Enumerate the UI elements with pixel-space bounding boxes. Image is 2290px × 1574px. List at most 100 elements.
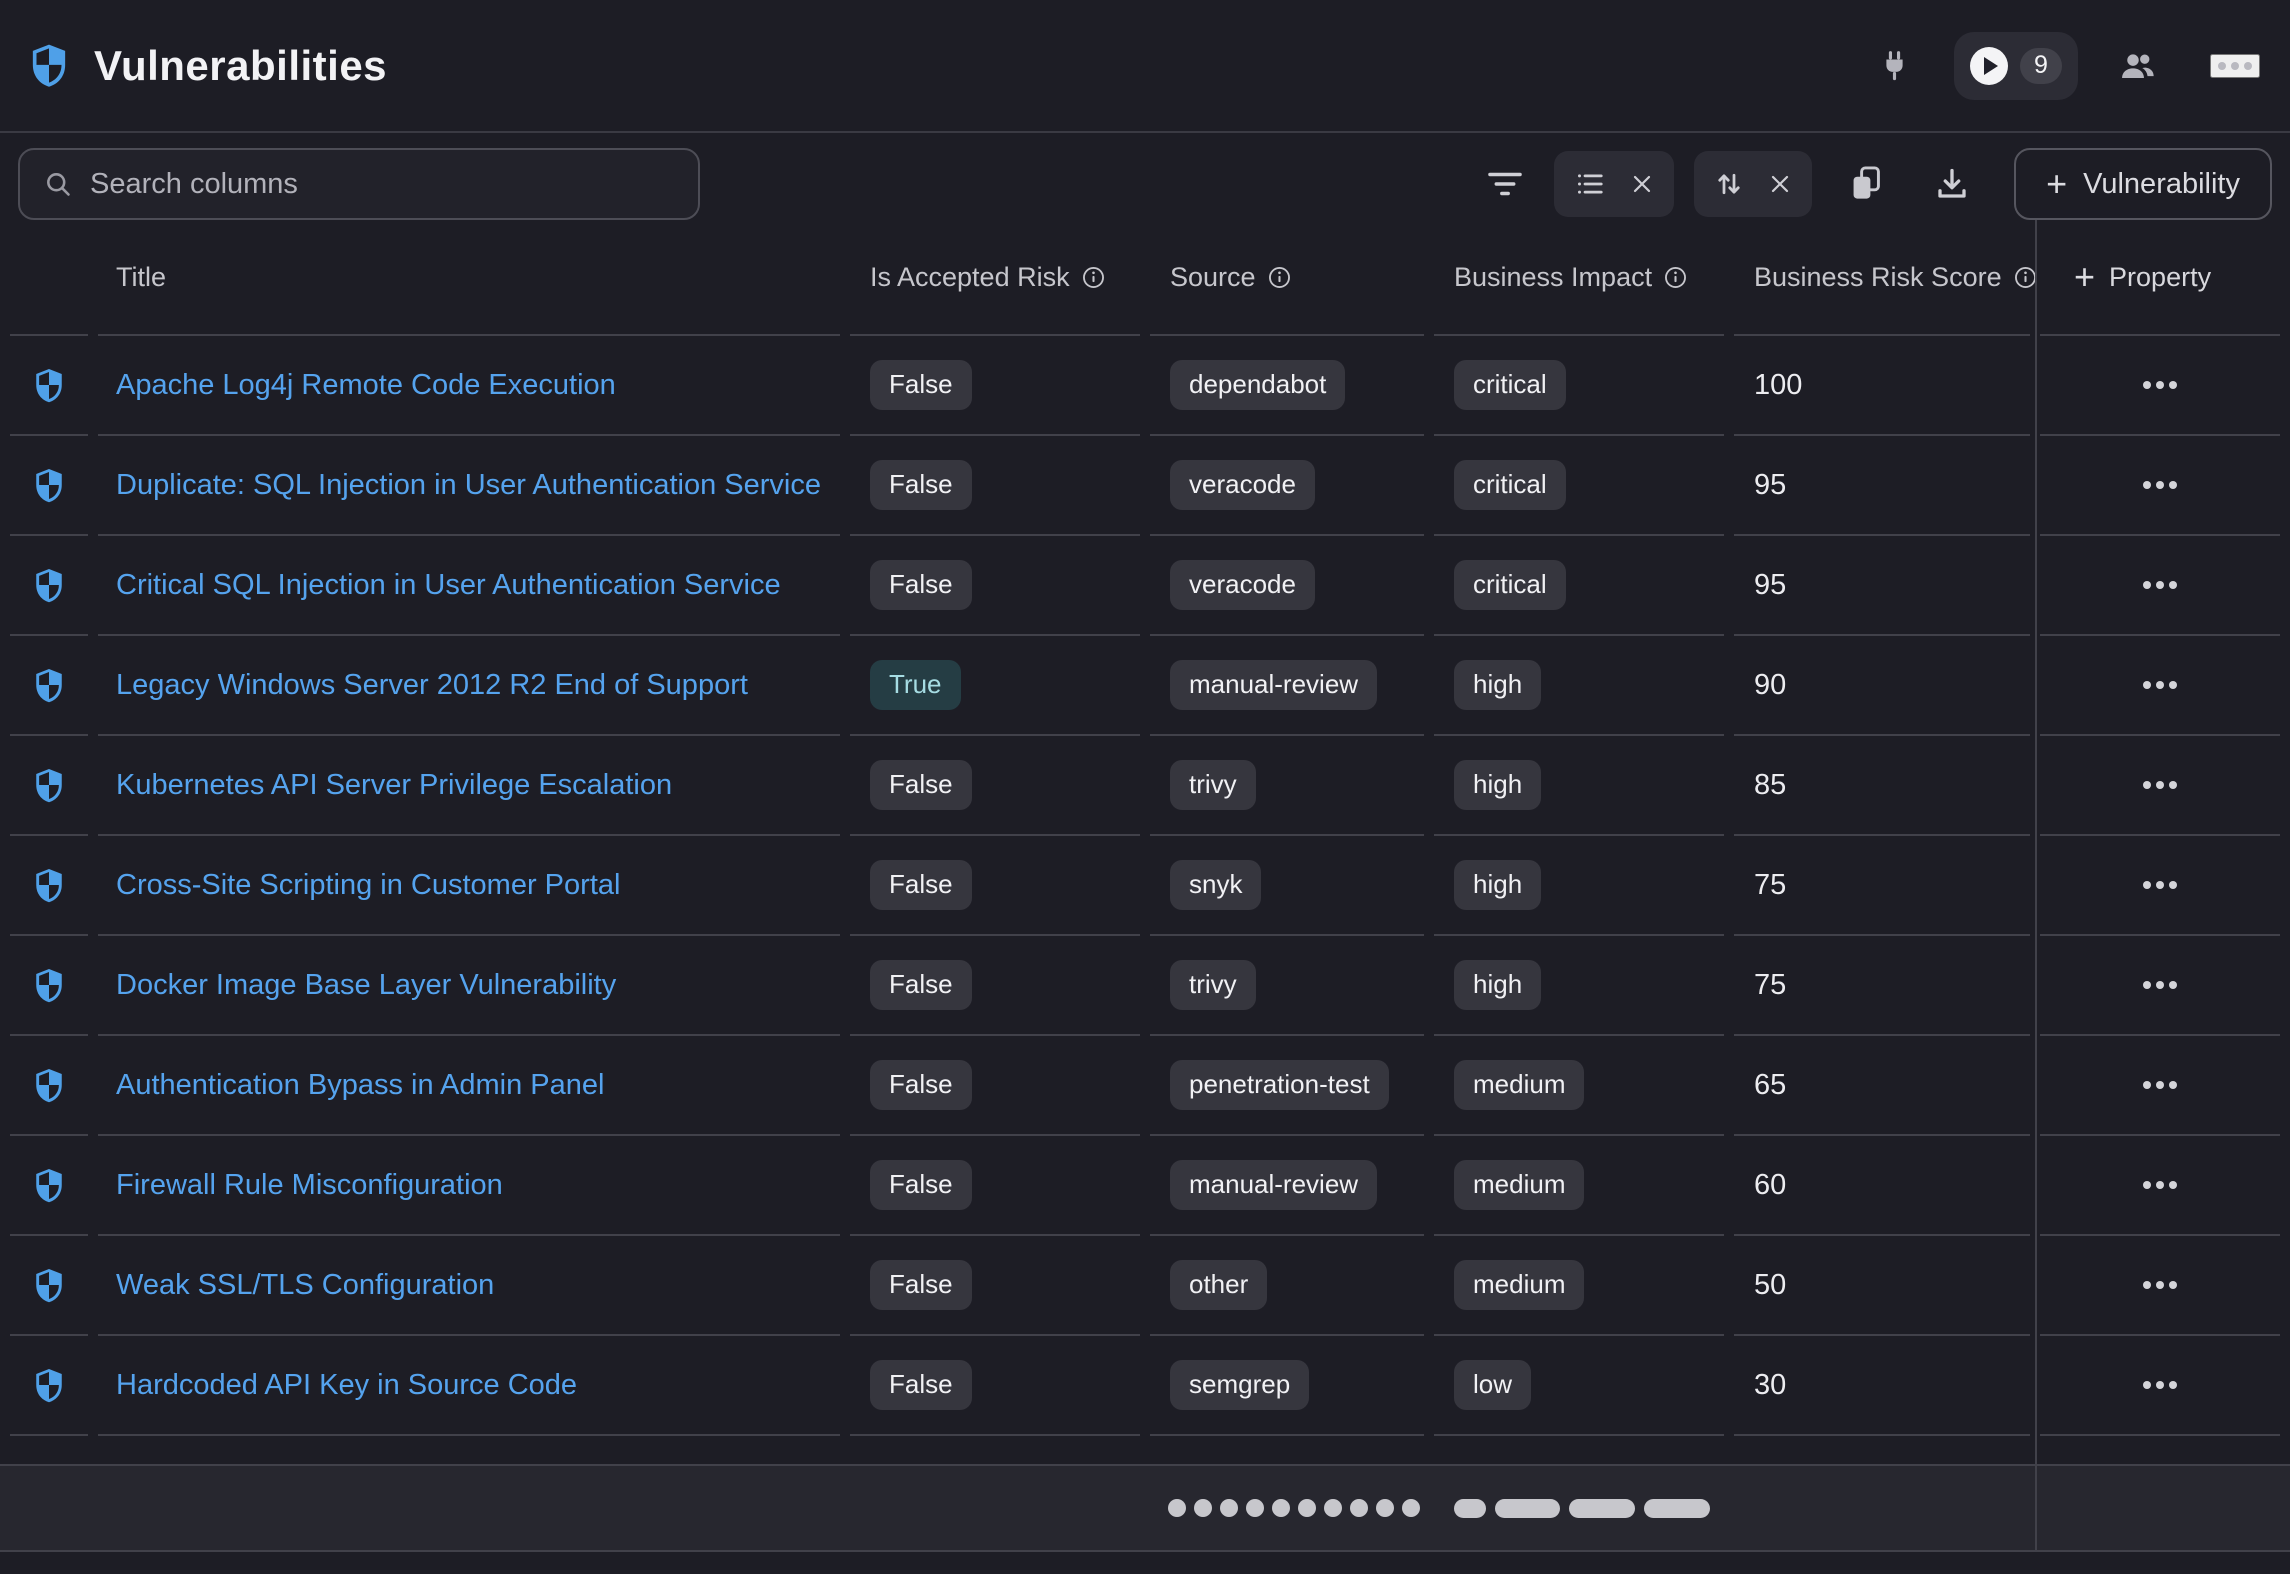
risk-score: 100 [1754,369,1802,401]
pagination-dot[interactable] [1298,1499,1316,1517]
add-vulnerability-button[interactable]: + Vulnerability [2014,148,2272,220]
download-button[interactable] [1926,158,1978,210]
accepted-badge: False [870,460,972,510]
vulnerability-shield-icon [34,467,64,504]
row-title-link[interactable]: Weak SSL/TLS Configuration [116,1269,494,1301]
accepted-badge: False [870,560,972,610]
source-badge: dependabot [1170,360,1345,410]
sort-chip[interactable] [1694,151,1812,217]
pagination-dot[interactable] [1350,1499,1368,1517]
accepted-badge: False [870,960,972,1010]
row-menu-icon[interactable] [2133,471,2187,499]
column-header-source[interactable]: Source [1150,220,1424,336]
vulnerability-shield-icon [34,1167,64,1204]
accepted-badge: True [870,660,961,710]
impact-badge: high [1454,760,1541,810]
pagination-dot[interactable] [1246,1499,1264,1517]
row-menu-icon[interactable] [2133,1271,2187,1299]
row-menu-icon[interactable] [2133,771,2187,799]
group-by-chip[interactable] [1554,151,1674,217]
run-count-badge: 9 [2020,48,2062,84]
copy-button[interactable] [1840,157,1892,211]
row-title-link[interactable]: Docker Image Base Layer Vulnerability [116,969,616,1001]
row-shield-cell [10,336,88,436]
vulnerability-shield-icon [34,667,64,704]
plug-icon[interactable] [1881,49,1908,83]
pagination-dot[interactable] [1194,1499,1212,1517]
row-title-link[interactable]: Hardcoded API Key in Source Code [116,1369,577,1401]
source-badge: other [1170,1260,1267,1310]
pagination-pill[interactable] [1454,1499,1486,1518]
pagination-dot[interactable] [1272,1499,1290,1517]
row-menu-icon[interactable] [2133,871,2187,899]
row-title-link[interactable]: Critical SQL Injection in User Authentic… [116,569,781,601]
table-row: Firewall Rule Misconfiguration False man… [10,1136,2280,1236]
impact-badge: high [1454,860,1541,910]
accepted-badge: False [870,1060,972,1110]
row-menu-icon[interactable] [2133,1171,2187,1199]
row-menu-icon[interactable] [2133,1371,2187,1399]
row-title-link[interactable]: Duplicate: SQL Injection in User Authent… [116,469,821,501]
column-header-is-accepted-risk[interactable]: Is Accepted Risk [850,220,1140,336]
pagination-dot[interactable] [1376,1499,1394,1517]
row-title-link[interactable]: Kubernetes API Server Privilege Escalati… [116,769,672,801]
row-menu-icon[interactable] [2133,571,2187,599]
row-title-link[interactable]: Apache Log4j Remote Code Execution [116,369,616,401]
pagination-dot[interactable] [1324,1499,1342,1517]
table-row: Weak SSL/TLS Configuration False other m… [10,1236,2280,1336]
copy-icon [1848,165,1884,203]
search-input[interactable] [90,168,674,201]
download-icon [1934,166,1970,202]
clear-grouping-icon[interactable] [1630,172,1654,196]
risk-score: 95 [1754,469,1786,501]
row-title-link[interactable]: Cross-Site Scripting in Customer Portal [116,869,620,901]
table-row: Kubernetes API Server Privilege Escalati… [10,736,2280,836]
accepted-badge: False [870,760,972,810]
row-menu-icon[interactable] [2133,1071,2187,1099]
more-options-icon[interactable] [2210,54,2260,78]
info-icon[interactable] [1664,266,1687,289]
table-row: Apache Log4j Remote Code Execution False… [10,336,2280,436]
row-title-link[interactable]: Legacy Windows Server 2012 R2 End of Sup… [116,669,748,701]
table-footer [0,1464,2290,1552]
pagination-dot[interactable] [1220,1499,1238,1517]
impact-badge: critical [1454,360,1566,410]
users-icon[interactable] [2118,50,2156,82]
source-badge: trivy [1170,760,1256,810]
clear-sort-icon[interactable] [1768,172,1792,196]
row-title-link[interactable]: Firewall Rule Misconfiguration [116,1169,503,1201]
list-icon [1574,169,1606,199]
impact-badge: medium [1454,1260,1584,1310]
column-header-business-impact[interactable]: Business Impact [1434,220,1724,336]
empty-row-strip [0,1436,2290,1464]
column-header-title[interactable]: Title [98,220,840,336]
info-icon[interactable] [2014,266,2037,289]
search-box[interactable] [18,148,700,220]
info-icon[interactable] [1082,266,1105,289]
pagination-pills[interactable] [1454,1499,1719,1518]
row-shield-cell [10,636,88,736]
filter-button[interactable] [1478,160,1532,208]
row-menu-icon[interactable] [2133,671,2187,699]
risk-score: 75 [1754,969,1786,1001]
runs-button[interactable]: 9 [1954,32,2078,100]
pagination-dots[interactable] [1168,1499,1428,1517]
pagination-pill[interactable] [1644,1499,1710,1518]
row-shield-cell [10,736,88,836]
source-badge: semgrep [1170,1360,1309,1410]
vulnerabilities-table: Title Is Accepted Risk Source Business I… [0,220,2290,1552]
search-icon [44,170,72,198]
row-menu-icon[interactable] [2133,971,2187,999]
pagination-pill[interactable] [1569,1499,1635,1518]
pagination-pill[interactable] [1495,1499,1560,1518]
pagination-dot[interactable] [1402,1499,1420,1517]
column-header-business-risk-score[interactable]: Business Risk Score [1734,220,2030,336]
add-property-button[interactable]: +Property [2040,220,2280,336]
page-title: Vulnerabilities [94,42,387,90]
pagination-dot[interactable] [1168,1499,1186,1517]
row-title-link[interactable]: Authentication Bypass in Admin Panel [116,1069,604,1101]
row-menu-icon[interactable] [2133,371,2187,399]
risk-score: 30 [1754,1369,1786,1401]
table-row: Cross-Site Scripting in Customer Portal … [10,836,2280,936]
info-icon[interactable] [1268,266,1291,289]
